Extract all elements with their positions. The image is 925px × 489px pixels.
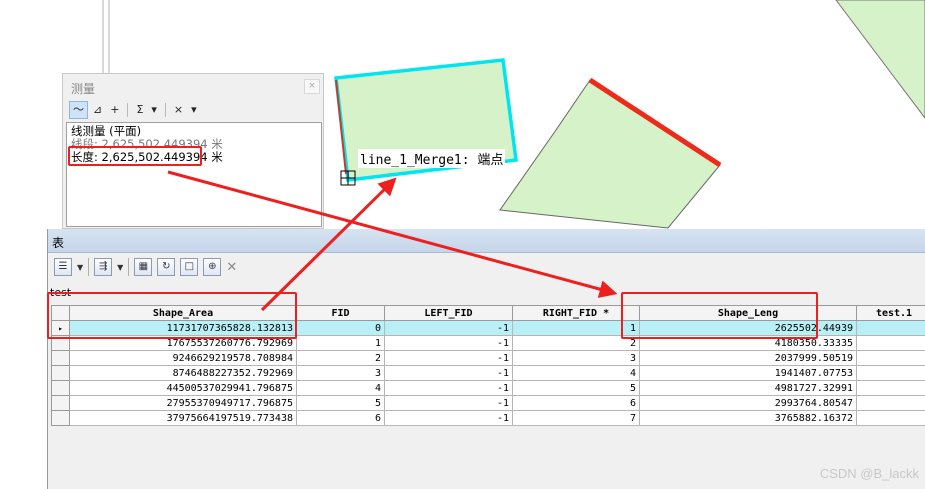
table-cell[interactable]: 44500537029941.796875 xyxy=(69,380,297,396)
annotation-box xyxy=(68,146,202,166)
sum-icon[interactable]: Σ xyxy=(133,101,146,119)
select-by-attributes-icon[interactable]: ▦ xyxy=(134,258,153,276)
screenshot-stage: line_1_Merge1: 端点 测量 × 〜 ⊿ + Σ ▾ × ▾ 线测量… xyxy=(0,0,925,489)
toolbar-separator xyxy=(127,103,129,117)
delete-selected-icon[interactable]: ✕ xyxy=(226,260,237,275)
table-window-title[interactable]: 表 xyxy=(48,229,925,253)
row-selector[interactable] xyxy=(51,380,70,396)
table-row[interactable]: 9246629219578.708984 2 -1 3 2037999.5051… xyxy=(51,350,925,366)
table-cell[interactable]: 5 xyxy=(512,380,640,396)
dialog-title-text: 测量 xyxy=(71,82,96,96)
table-cell[interactable]: -1 xyxy=(384,350,513,366)
table-cell[interactable] xyxy=(856,320,925,336)
measure-dialog-title[interactable]: 测量 × xyxy=(63,74,323,100)
zoom-to-selected-icon[interactable]: ⊕ xyxy=(203,258,222,276)
measure-results: 线测量 (平面) 线段: 2,625,502.449394 米 长度: 2,62… xyxy=(66,122,322,227)
table-cell[interactable]: -1 xyxy=(384,395,513,411)
table-cell[interactable]: 0 xyxy=(296,320,385,336)
clear-icon[interactable]: × xyxy=(171,101,186,119)
table-cell[interactable]: 3 xyxy=(512,350,640,366)
clear-selection-icon[interactable]: □ xyxy=(180,258,199,276)
table-cell[interactable]: 2037999.50519 xyxy=(639,350,857,366)
table-cell[interactable]: -1 xyxy=(384,410,513,426)
table-cell[interactable]: 9246629219578.708984 xyxy=(69,350,297,366)
table-cell[interactable] xyxy=(856,365,925,381)
chevron-down-icon[interactable]: ▼ xyxy=(77,263,83,272)
watermark-text: CSDN @B_lackk xyxy=(819,466,919,481)
measure-toolbar: 〜 ⊿ + Σ ▾ × ▾ xyxy=(63,100,323,120)
table-cell[interactable]: -1 xyxy=(384,320,513,336)
table-cell[interactable]: 1941407.07753 xyxy=(639,365,857,381)
table-cell[interactable]: 2993764.80547 xyxy=(639,395,857,411)
chevron-down-icon[interactable]: ▾ xyxy=(148,101,160,119)
table-cell[interactable]: 7 xyxy=(512,410,640,426)
polygon-feature[interactable] xyxy=(499,79,721,229)
table-cell[interactable]: 3 xyxy=(296,365,385,381)
table-cell[interactable]: 4981727.32991 xyxy=(639,380,857,396)
table-cell[interactable]: 5 xyxy=(296,395,385,411)
table-cell[interactable]: 6 xyxy=(296,410,385,426)
table-cell[interactable]: -1 xyxy=(384,380,513,396)
table-cell[interactable] xyxy=(856,335,925,351)
chevron-down-icon[interactable]: ▾ xyxy=(188,101,200,119)
switch-selection-icon[interactable]: ↻ xyxy=(157,258,176,276)
row-selector[interactable] xyxy=(51,395,70,411)
table-cell[interactable] xyxy=(856,395,925,411)
measure-line-icon[interactable]: 〜 xyxy=(69,101,88,119)
polygon-feature[interactable] xyxy=(835,0,925,119)
table-cell[interactable]: -1 xyxy=(384,365,513,381)
column-header[interactable]: FID xyxy=(296,305,385,321)
table-cell[interactable] xyxy=(856,350,925,366)
row-selector[interactable] xyxy=(51,350,70,366)
chevron-down-icon[interactable]: ▼ xyxy=(117,263,123,272)
measure-feature-icon[interactable]: + xyxy=(107,101,122,119)
table-row[interactable]: 44500537029941.796875 4 -1 5 4981727.329… xyxy=(51,380,925,396)
toolbar-separator xyxy=(88,258,90,276)
annotation-box xyxy=(621,292,818,339)
table-cell[interactable]: 37975664197519.773438 xyxy=(69,410,297,426)
toolbar-separator xyxy=(164,103,166,117)
table-cell[interactable] xyxy=(856,380,925,396)
table-cell[interactable]: 3765882.16372 xyxy=(639,410,857,426)
toolbar-separator xyxy=(128,258,130,276)
row-selector[interactable] xyxy=(51,365,70,381)
table-cell[interactable]: 6 xyxy=(512,395,640,411)
table-cell[interactable]: 8746488227352.792969 xyxy=(69,365,297,381)
table-cell[interactable]: 27955370949717.796875 xyxy=(69,395,297,411)
table-cell[interactable]: 4 xyxy=(512,365,640,381)
table-cell[interactable]: 2 xyxy=(296,350,385,366)
table-cell[interactable] xyxy=(856,410,925,426)
annotation-box xyxy=(47,292,297,339)
table-row[interactable]: 27955370949717.796875 5 -1 6 2993764.805… xyxy=(51,395,925,411)
column-header[interactable]: LEFT_FID xyxy=(384,305,513,321)
attribute-table-window[interactable]: 表 ☰ ▼ ⇶ ▼ ▦ ↻ □ ⊕ ✕ test Shape_Area FID … xyxy=(47,229,925,489)
table-options-icon[interactable]: ☰ xyxy=(54,258,72,276)
table-row[interactable]: 8746488227352.792969 3 -1 4 1941407.0775… xyxy=(51,365,925,381)
table-cell[interactable]: -1 xyxy=(384,335,513,351)
column-header[interactable]: test.1 xyxy=(856,305,925,321)
row-selector[interactable] xyxy=(51,410,70,426)
table-empty-area xyxy=(51,428,925,489)
close-icon[interactable]: × xyxy=(304,79,320,94)
table-cell[interactable]: 1 xyxy=(296,335,385,351)
measure-area-icon[interactable]: ⊿ xyxy=(90,101,105,119)
table-row[interactable]: 37975664197519.773438 6 -1 7 3765882.163… xyxy=(51,410,925,426)
table-toolbar: ☰ ▼ ⇶ ▼ ▦ ↻ □ ⊕ ✕ xyxy=(48,254,925,280)
table-cell[interactable]: 4 xyxy=(296,380,385,396)
snap-tip-label: line_1_Merge1: 端点 xyxy=(358,149,506,168)
related-tables-icon[interactable]: ⇶ xyxy=(94,258,113,276)
